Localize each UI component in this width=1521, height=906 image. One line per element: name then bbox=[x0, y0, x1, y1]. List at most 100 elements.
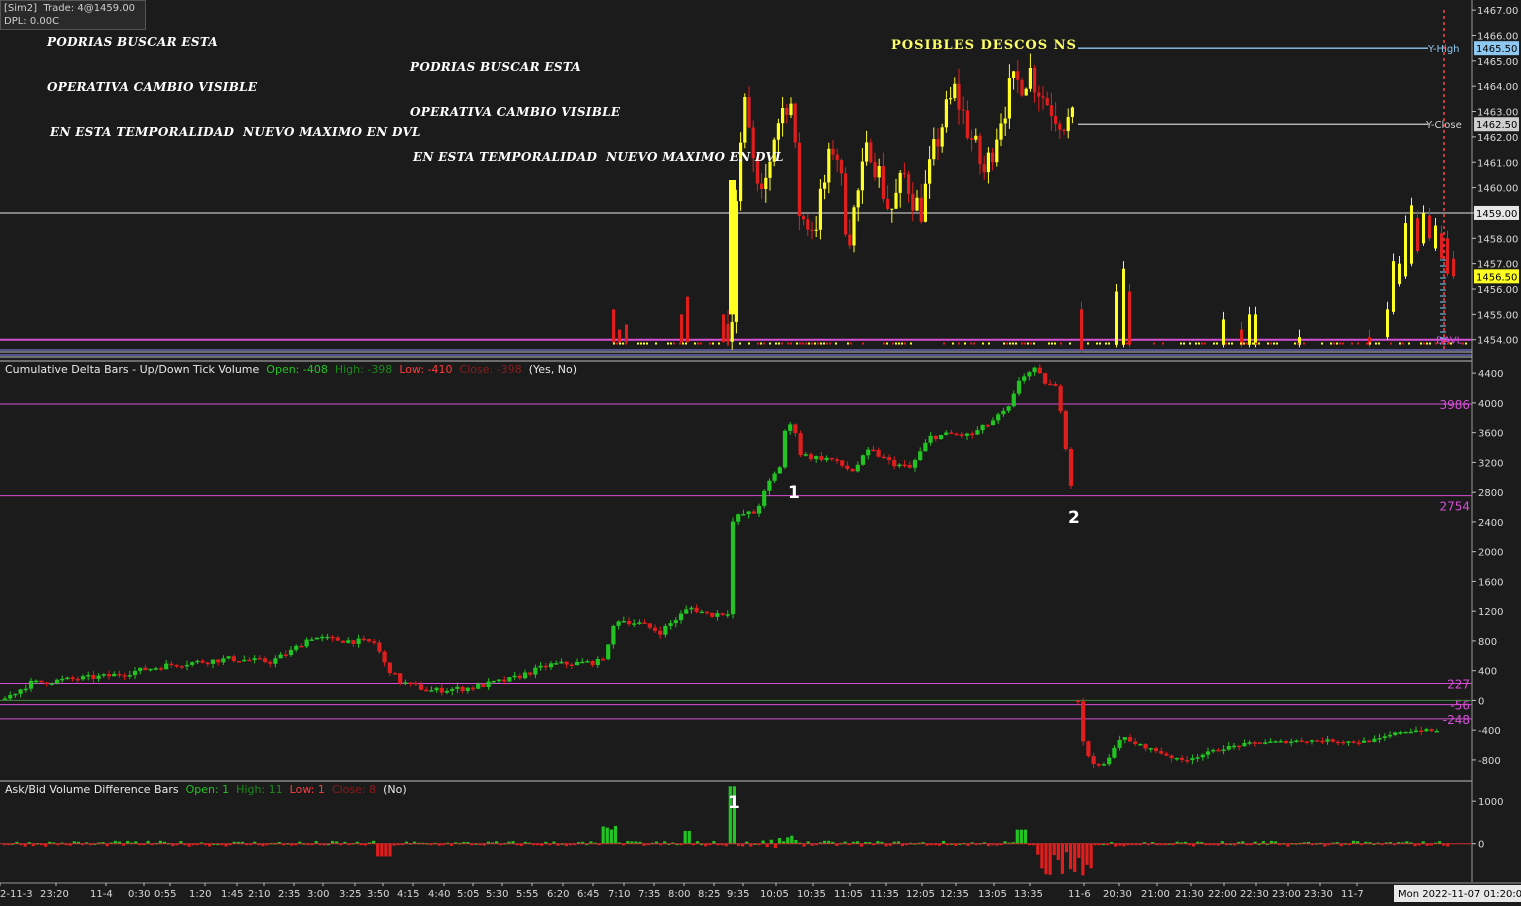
delta-candle bbox=[184, 664, 190, 667]
marker-2: 2 bbox=[1068, 508, 1080, 528]
askbid-bar bbox=[687, 830, 691, 844]
askbid-bar bbox=[794, 840, 798, 844]
askbid-tick-label: 1000 bbox=[1478, 797, 1503, 808]
y-high-price-text: 1465.50 bbox=[1476, 44, 1517, 55]
askbid-close: Close: 8 bbox=[331, 783, 377, 796]
price-candle bbox=[873, 162, 877, 178]
delta-tick-label: 3600 bbox=[1478, 429, 1503, 440]
price-tick-bar bbox=[1399, 342, 1401, 345]
price-tick-bar bbox=[892, 342, 894, 345]
delta-candle bbox=[1101, 764, 1107, 766]
askbid-bar bbox=[1077, 843, 1081, 858]
price-tick-bar bbox=[1189, 342, 1191, 345]
delta-candle bbox=[23, 688, 28, 691]
askbid-bar bbox=[1060, 843, 1064, 874]
delta-candle bbox=[793, 424, 798, 434]
price-candle bbox=[886, 198, 890, 209]
time-label: 0:55 bbox=[154, 889, 176, 900]
time-label: 3:50 bbox=[367, 889, 389, 900]
delta-candle bbox=[216, 659, 221, 663]
account-name: [Sim2] bbox=[4, 3, 38, 14]
delta-candle bbox=[1153, 748, 1159, 752]
chart-window: DAVLY-HighY-Close1467.001466.001465.0014… bbox=[0, 0, 1521, 902]
delta-candle bbox=[512, 675, 517, 678]
delta-candle bbox=[205, 662, 210, 665]
price-candle bbox=[894, 192, 898, 209]
delta-candle bbox=[710, 612, 715, 617]
delta-candle bbox=[1032, 367, 1037, 373]
delta-candle bbox=[1419, 730, 1424, 733]
price-candle bbox=[1222, 319, 1225, 345]
delta-candle bbox=[517, 675, 522, 679]
time-label: 8:25 bbox=[698, 889, 720, 900]
delta-candle bbox=[247, 659, 252, 662]
price-candle bbox=[1062, 129, 1066, 132]
price-tick-label: 1462.00 bbox=[1477, 133, 1518, 144]
delta-candle bbox=[1159, 751, 1164, 754]
delta-candle bbox=[54, 679, 60, 684]
askbid-bar bbox=[1073, 843, 1077, 873]
price-tick-bar bbox=[694, 342, 696, 345]
price-candle bbox=[1041, 96, 1045, 98]
price-tick-bar bbox=[1351, 342, 1353, 345]
delta-candle bbox=[1122, 737, 1127, 740]
price-tick-bar bbox=[1450, 342, 1452, 345]
delta-ref-label: -248 bbox=[1443, 713, 1470, 727]
price-candle bbox=[1058, 123, 1062, 130]
delta-candle bbox=[1112, 747, 1117, 758]
price-candle bbox=[789, 103, 793, 116]
delta-candle bbox=[278, 654, 283, 659]
delta-candle bbox=[403, 682, 408, 684]
price-candle bbox=[1428, 215, 1431, 239]
delta-candle bbox=[164, 663, 169, 670]
delta-candle bbox=[320, 636, 325, 639]
delta-candle bbox=[1413, 730, 1419, 733]
delta-candle bbox=[28, 680, 34, 689]
price-candle bbox=[1049, 105, 1053, 117]
askbid-params: (No) bbox=[383, 783, 407, 796]
delta-tick-label: 800 bbox=[1478, 637, 1497, 648]
delta-candle bbox=[970, 433, 975, 436]
price-candle bbox=[1410, 205, 1413, 264]
delta-candle bbox=[231, 656, 236, 662]
delta-candle bbox=[1257, 742, 1263, 744]
askbid-bar bbox=[380, 843, 384, 857]
price-tick-bar bbox=[1276, 342, 1278, 345]
delta-candle bbox=[1278, 741, 1283, 743]
delta-candle bbox=[1053, 383, 1058, 386]
price-candle bbox=[1452, 258, 1455, 277]
price-tick-bar bbox=[799, 342, 801, 345]
price-candle bbox=[1012, 71, 1016, 79]
delta-candle bbox=[658, 630, 663, 635]
price-candle bbox=[1016, 71, 1020, 80]
delta-candle bbox=[335, 637, 340, 641]
price-tick-bar bbox=[1021, 342, 1023, 345]
delta-candle bbox=[1148, 748, 1153, 750]
price-tick-bar bbox=[1096, 342, 1098, 345]
delta-candle bbox=[1022, 376, 1027, 381]
price-candle bbox=[785, 107, 789, 116]
price-candle bbox=[730, 321, 734, 342]
delta-candle bbox=[985, 424, 990, 427]
delta-close: Close: -398 bbox=[459, 363, 522, 376]
delta-candle bbox=[1289, 741, 1294, 744]
delta-candle bbox=[86, 675, 91, 677]
price-tick-bar bbox=[1357, 342, 1359, 345]
delta-candle bbox=[91, 675, 96, 679]
price-tick-bar bbox=[1429, 342, 1431, 345]
askbid-title: Ask/Bid Volume Difference Bars bbox=[5, 783, 179, 796]
price-candle bbox=[949, 98, 953, 100]
price-candle bbox=[965, 110, 969, 139]
price-tick-bar bbox=[685, 342, 687, 345]
delta-candle bbox=[1299, 740, 1304, 742]
delta-candle bbox=[1398, 732, 1403, 734]
delta-candle bbox=[65, 677, 70, 680]
delta-candle bbox=[788, 424, 793, 431]
delta-candle bbox=[450, 688, 455, 691]
price-tick-bar bbox=[778, 342, 780, 345]
delta-candle bbox=[902, 464, 907, 467]
delta-candle bbox=[996, 414, 1001, 421]
delta-candle bbox=[663, 625, 668, 635]
price-tick-bar bbox=[1123, 342, 1125, 345]
delta-candle bbox=[340, 640, 346, 643]
